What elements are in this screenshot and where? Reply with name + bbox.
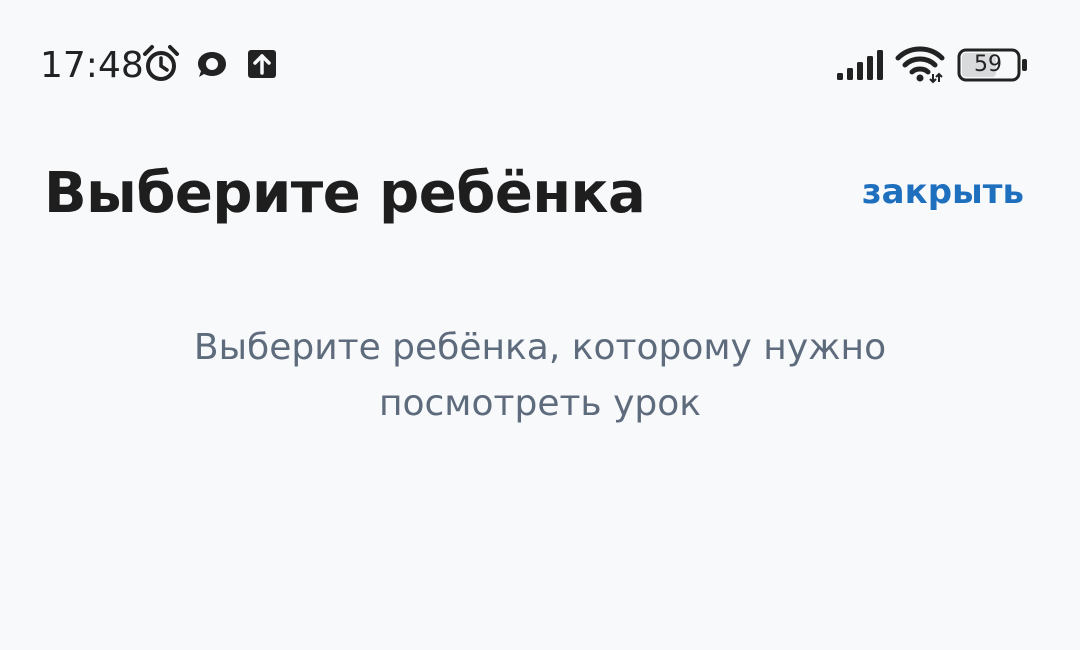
- battery-level: 59: [974, 52, 1002, 77]
- close-button[interactable]: закрыть: [862, 170, 1024, 214]
- wifi-icon: [895, 46, 945, 84]
- description-text: Выберите ребёнка, которому нужно посмотр…: [193, 327, 887, 424]
- status-time: 17:48: [40, 45, 144, 86]
- page-title: Выберите ребёнка: [44, 161, 646, 226]
- chat-icon: [198, 52, 226, 77]
- signal-icon: [837, 50, 883, 80]
- status-bar: 17:48 59: [0, 0, 1080, 130]
- alarm-icon: [143, 45, 179, 81]
- upload-icon: [248, 50, 276, 78]
- battery-icon: 59: [957, 48, 1029, 82]
